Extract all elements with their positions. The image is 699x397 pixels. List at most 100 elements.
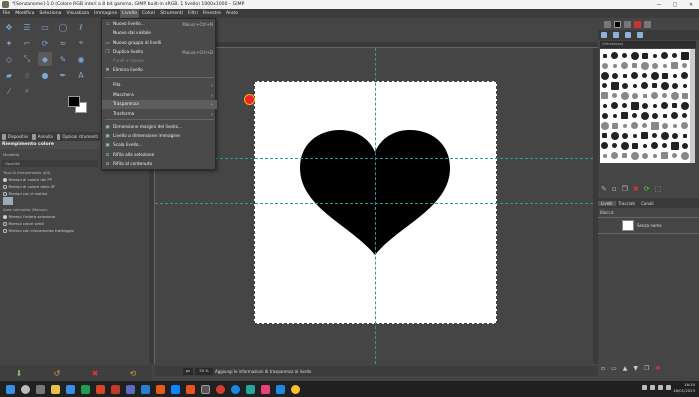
chrome-icon[interactable] bbox=[291, 384, 300, 394]
foreground-color[interactable] bbox=[68, 96, 80, 107]
eraser-tool-icon[interactable]: ▰ bbox=[2, 68, 16, 82]
brush-thumbnail[interactable] bbox=[601, 142, 608, 149]
brush-thumbnail[interactable] bbox=[680, 101, 689, 110]
brush-thumbnail[interactable] bbox=[661, 52, 668, 59]
menu-item-maschera[interactable]: Maschera › bbox=[102, 91, 217, 100]
app-icon[interactable] bbox=[156, 384, 165, 394]
radio-similar-colors[interactable] bbox=[3, 222, 7, 226]
brush-thumbnail[interactable] bbox=[612, 113, 617, 118]
radio-fg[interactable] bbox=[3, 178, 7, 182]
menu-colori[interactable]: Colori bbox=[139, 9, 157, 18]
free-select-tool-icon[interactable]: ℓ bbox=[74, 20, 88, 34]
brush-thumbnail[interactable] bbox=[601, 62, 608, 69]
brush-thumbnail[interactable] bbox=[622, 103, 627, 108]
teams-icon[interactable] bbox=[126, 384, 135, 394]
maximize-button[interactable]: □ bbox=[667, 0, 683, 9]
brush-thumbnail[interactable] bbox=[642, 73, 647, 78]
brush-thumbnail[interactable] bbox=[670, 91, 679, 100]
brush-thumbnail[interactable] bbox=[630, 51, 639, 60]
crop-tool-icon[interactable]: ⌐ bbox=[20, 36, 34, 50]
color-picker-tool-icon[interactable]: ⁄ bbox=[2, 84, 16, 98]
brush-thumbnail[interactable] bbox=[632, 83, 637, 88]
perspective-tool-icon[interactable]: ◇ bbox=[2, 52, 16, 66]
brush-thumbnail[interactable] bbox=[682, 133, 687, 138]
menu-file[interactable]: File bbox=[0, 9, 13, 18]
brush-thumbnail[interactable] bbox=[641, 52, 648, 59]
layer-row[interactable]: Senza nome bbox=[598, 217, 699, 234]
brush-thumbnail[interactable] bbox=[641, 102, 648, 109]
chevron-up-icon[interactable] bbox=[642, 385, 647, 390]
gradient-preview-icon[interactable] bbox=[624, 20, 631, 28]
brush-thumbnail[interactable] bbox=[672, 73, 677, 78]
powerpoint-icon[interactable] bbox=[96, 384, 105, 394]
brush-thumbnail[interactable] bbox=[672, 103, 677, 108]
brush-thumbnail[interactable] bbox=[662, 93, 667, 98]
radio-bg[interactable] bbox=[3, 185, 7, 189]
close-button[interactable]: ✕ bbox=[683, 0, 699, 9]
mode-row[interactable]: Modalità bbox=[0, 151, 100, 158]
brush-thumbnail[interactable] bbox=[631, 142, 638, 149]
brush-thumbnail[interactable] bbox=[661, 102, 668, 109]
battery-icon[interactable] bbox=[666, 385, 671, 390]
brush-thumbnail[interactable] bbox=[632, 63, 637, 68]
dodge-tool-icon[interactable]: ● bbox=[38, 68, 52, 82]
brush-thumbnail[interactable] bbox=[641, 82, 648, 89]
brush-thumbnail[interactable] bbox=[651, 92, 658, 99]
menu-item-nuovo-gruppo-di-livelli[interactable]: ▭ Nuovo gruppo di livelli bbox=[102, 39, 217, 48]
brush-thumbnail[interactable] bbox=[671, 112, 678, 119]
brush-thumbnail[interactable] bbox=[631, 72, 638, 79]
warp-tool-icon[interactable]: ≈ bbox=[56, 36, 70, 50]
brush-thumbnail[interactable] bbox=[650, 71, 659, 80]
delete-brush-icon[interactable]: ✖ bbox=[633, 185, 639, 193]
brush-thumbnail[interactable] bbox=[621, 112, 628, 119]
align-tool-icon[interactable]: ☰ bbox=[20, 20, 34, 34]
brush-thumbnail[interactable] bbox=[662, 143, 667, 148]
area-line-art[interactable]: Riempi con rilevamento tratteggio bbox=[0, 227, 100, 234]
brush-thumbnail[interactable] bbox=[642, 123, 647, 128]
brush-thumbnail[interactable] bbox=[612, 93, 617, 98]
brush-thumbnail[interactable] bbox=[682, 63, 687, 68]
brush-thumbnail[interactable] bbox=[670, 141, 679, 150]
brush-thumbnail[interactable] bbox=[611, 52, 618, 59]
brush-thumbnail[interactable] bbox=[610, 81, 619, 90]
clock[interactable]: 18:20 18/01/2023 bbox=[673, 382, 695, 394]
font-preview-icon[interactable] bbox=[644, 20, 651, 28]
lower-layer-icon[interactable]: ▼ bbox=[633, 365, 638, 372]
menu-livello[interactable]: Livello bbox=[119, 9, 140, 18]
menu-item-trasforma[interactable]: Trasforma › bbox=[102, 110, 217, 119]
menu-item-rifila-al-contenuto[interactable]: ⊡ Rifila al contenuto bbox=[102, 160, 217, 169]
duplicate-layer-icon[interactable]: ❐ bbox=[644, 365, 649, 372]
tab-livelli[interactable]: Livelli bbox=[598, 200, 616, 206]
brush-thumbnail[interactable] bbox=[681, 72, 688, 79]
brush-thumbnail[interactable] bbox=[602, 103, 607, 108]
app-icon[interactable] bbox=[276, 384, 285, 394]
brushes-tab-icon[interactable] bbox=[601, 32, 607, 38]
brush-thumbnail[interactable] bbox=[631, 92, 638, 99]
image-canvas[interactable] bbox=[155, 48, 593, 364]
brush-thumbnail[interactable] bbox=[601, 112, 608, 119]
horizontal-guide[interactable] bbox=[155, 203, 593, 204]
brush-thumbnail[interactable] bbox=[620, 141, 629, 150]
pattern-selector[interactable] bbox=[0, 197, 100, 206]
brush-thumbnail[interactable] bbox=[611, 72, 618, 79]
brush-thumbnail[interactable] bbox=[600, 121, 609, 130]
menu-filtri[interactable]: Filtri bbox=[186, 9, 201, 18]
brush-thumbnail[interactable] bbox=[622, 73, 627, 78]
brush-thumbnail[interactable] bbox=[611, 152, 618, 159]
patterns-tab-icon[interactable] bbox=[613, 32, 619, 38]
brush-thumbnail[interactable] bbox=[621, 62, 628, 69]
menu-item-duplica-livello[interactable]: ❐ Duplica livello Maiusc+Ctrl+D bbox=[102, 48, 217, 57]
brush-thumbnail[interactable] bbox=[652, 83, 657, 88]
brush-thumbnail[interactable] bbox=[641, 132, 648, 139]
menu-visualizza[interactable]: Visualizza bbox=[64, 9, 92, 18]
horizontal-guide[interactable] bbox=[155, 158, 593, 159]
restore-options-icon[interactable]: ↺ bbox=[54, 369, 61, 378]
brush-thumbnail[interactable] bbox=[652, 103, 657, 108]
brush-thumbnail[interactable] bbox=[632, 113, 637, 118]
brush-thumbnail[interactable] bbox=[642, 93, 647, 98]
brush-thumbnail[interactable] bbox=[671, 82, 678, 89]
brush-thumbnail[interactable] bbox=[660, 131, 669, 140]
new-brush-icon[interactable]: ▫ bbox=[612, 185, 617, 193]
new-group-icon[interactable]: ▭ bbox=[611, 365, 617, 372]
brush-thumbnail[interactable] bbox=[672, 153, 677, 158]
